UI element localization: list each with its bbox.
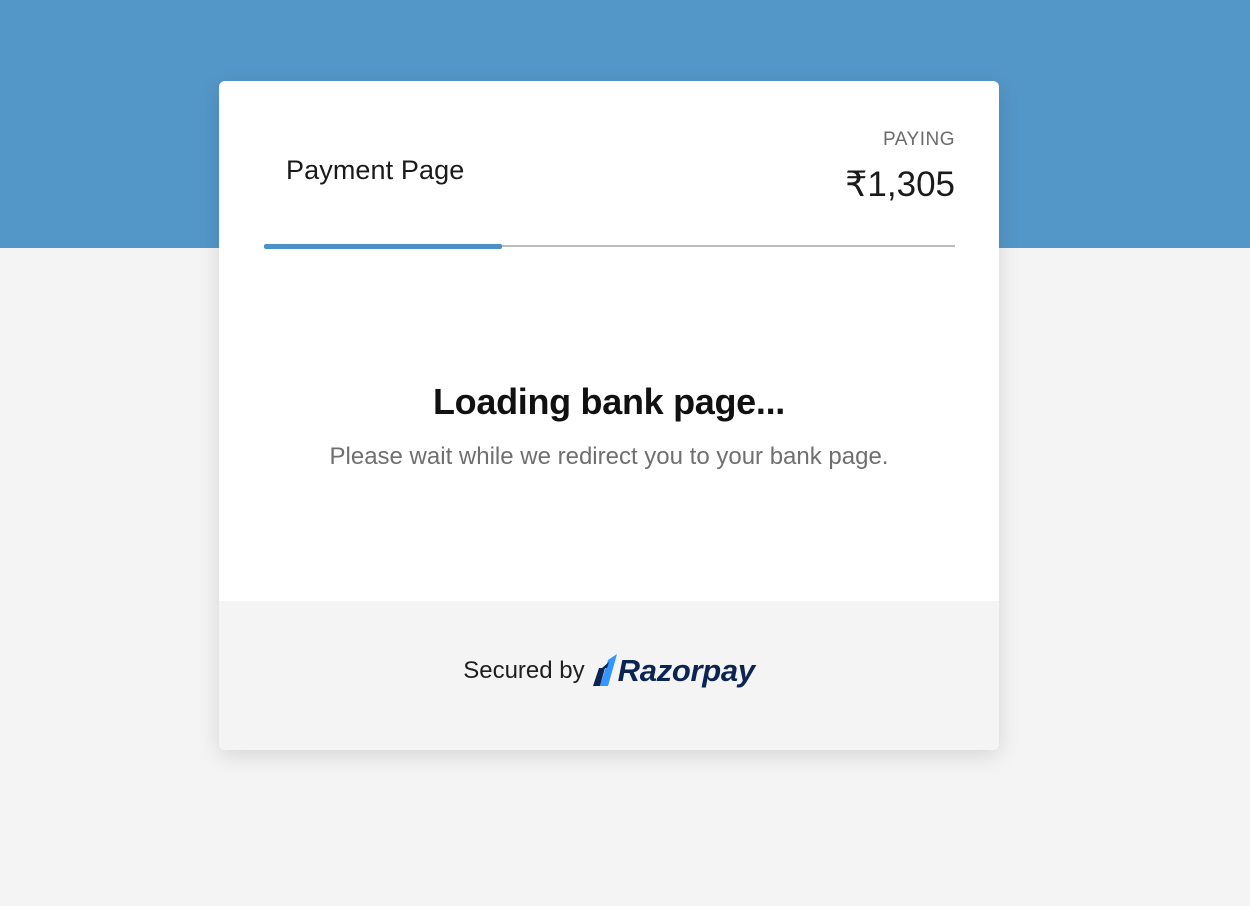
- loading-title: Loading bank page...: [432, 381, 786, 422]
- card-footer: Secured by Razorpay: [219, 601, 999, 750]
- razorpay-logo-icon: [592, 654, 617, 686]
- razorpay-wordmark: Razorpay: [617, 653, 755, 688]
- secured-by-label: Secured by: [463, 657, 585, 684]
- payment-card: Payment Page PAYING ₹1,305 Loading bank …: [219, 81, 999, 750]
- paying-label: PAYING: [883, 129, 955, 150]
- merchant-name: Payment Page: [286, 155, 465, 185]
- secured-by-row: Secured by Razorpay: [219, 653, 999, 689]
- razorpay-logo: Razorpay: [591, 653, 755, 689]
- progress-bar-fill: [264, 244, 503, 249]
- payment-header: Payment Page PAYING ₹1,305: [219, 81, 999, 251]
- progress-bar: [264, 244, 955, 249]
- loading-message: Please wait while we redirect you to you…: [329, 443, 889, 470]
- payment-amount: ₹1,305: [845, 165, 955, 204]
